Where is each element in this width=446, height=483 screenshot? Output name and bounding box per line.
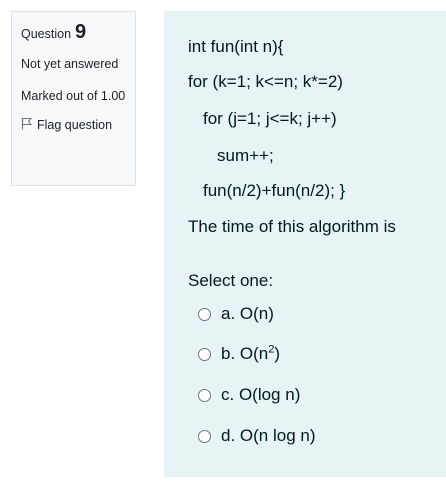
question-state: Not yet answered xyxy=(21,57,119,71)
select-one-label: Select one: xyxy=(188,271,274,290)
question-label: Question xyxy=(21,27,72,41)
question-prompt: The time of this algorithm is xyxy=(188,217,396,236)
code-line-2: for (k=1; k<=n; k*=2) xyxy=(188,72,343,91)
answer-option-label: a. O(n) xyxy=(221,304,274,323)
code-line-4: sum++; xyxy=(217,146,274,165)
answer-option-a[interactable]: a. O(n) xyxy=(198,304,274,324)
question-number-value: 9 xyxy=(75,21,87,43)
answer-option-label: b. O(n2) xyxy=(221,343,281,363)
answer-option-label: d. O(n log n) xyxy=(221,426,316,445)
radio-button[interactable] xyxy=(198,388,211,402)
answer-option-b[interactable]: b. O(n2) xyxy=(198,344,280,364)
code-line-1: int fun(int n){ xyxy=(188,37,284,56)
radio-button[interactable] xyxy=(198,347,211,361)
question-number: Question 9 xyxy=(21,22,126,42)
code-line-3: for (j=1; j<=k; j++) xyxy=(203,109,337,128)
answer-option-c[interactable]: c. O(log n) xyxy=(198,385,300,405)
answer-option-label: c. O(log n) xyxy=(221,385,301,404)
quiz-page: Question 9 Not yet answered Marked out o… xyxy=(0,0,446,483)
radio-button[interactable] xyxy=(198,429,211,443)
question-content: int fun(int n){ for (k=1; k<=n; k*=2) fo… xyxy=(164,11,446,477)
question-grade: Marked out of 1.00 xyxy=(21,89,126,103)
radio-button[interactable] xyxy=(198,307,211,321)
flag-question-link[interactable]: Flag question xyxy=(21,117,126,133)
code-line-5: fun(n/2)+fun(n/2); } xyxy=(203,181,346,200)
answer-option-d[interactable]: d. O(n log n) xyxy=(198,426,316,446)
flag-question-label: Flag question xyxy=(37,118,113,132)
flag-icon xyxy=(21,117,33,133)
question-info-panel: Question 9 Not yet answered Marked out o… xyxy=(11,11,136,186)
